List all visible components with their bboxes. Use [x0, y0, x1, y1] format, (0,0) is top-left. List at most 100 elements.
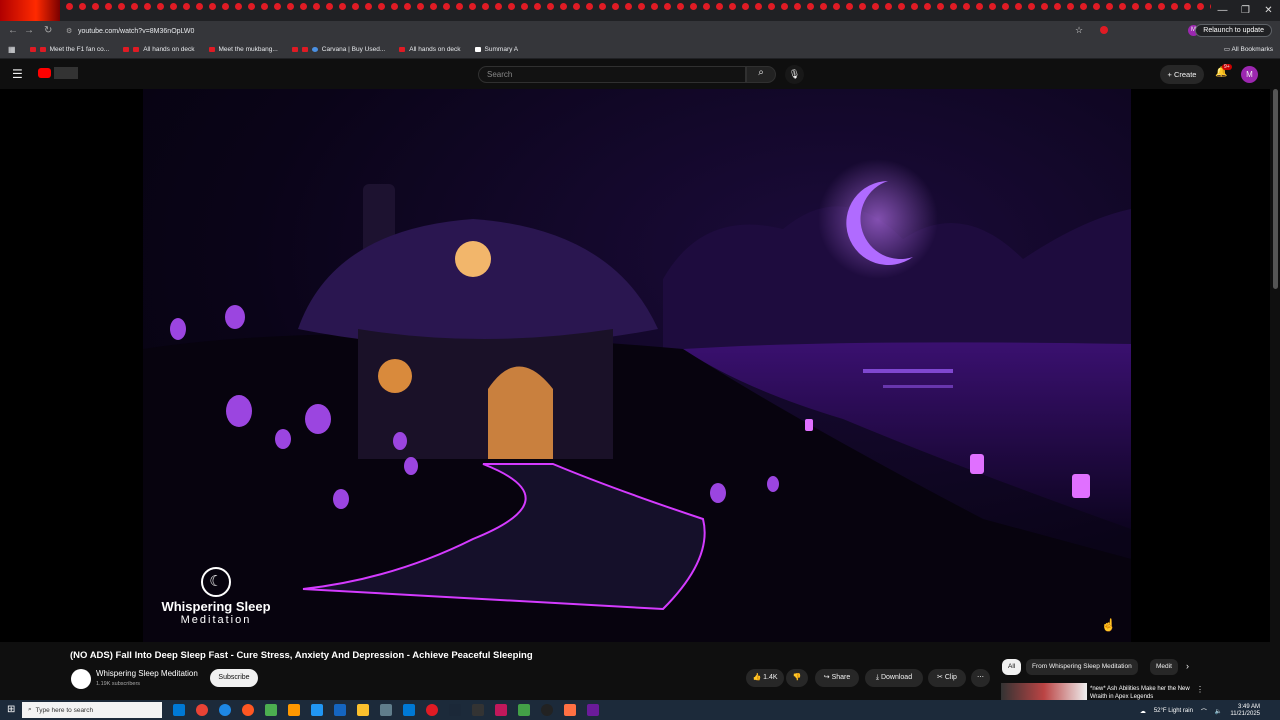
voice-search-button[interactable]: 🎙	[785, 65, 804, 84]
chevron-right-icon[interactable]: ›	[1186, 661, 1189, 671]
subscribe-button[interactable]: Subscribe	[210, 669, 258, 687]
reload-icon[interactable]: ↻	[44, 25, 52, 36]
close-window-button[interactable]: ✕	[1257, 5, 1280, 16]
menu-icon[interactable]: ☰	[12, 67, 23, 81]
browser-tab[interactable]	[1106, 2, 1113, 10]
url-field[interactable]: youtube.com/watch?v=8M36nOpLW0	[78, 28, 194, 35]
browser-tab[interactable]	[1015, 2, 1022, 10]
bookmark-item[interactable]: Meet the mukbang...	[208, 46, 278, 53]
app-icon[interactable]	[288, 704, 300, 716]
dislike-button[interactable]: 👎	[786, 669, 808, 687]
restore-button[interactable]: ❐	[1234, 5, 1257, 16]
browser-tab[interactable]	[326, 2, 333, 10]
browser-tab[interactable]	[222, 2, 229, 10]
browser-tab[interactable]	[352, 2, 359, 10]
create-button[interactable]: + Create	[1160, 65, 1204, 84]
forward-icon[interactable]: →	[24, 25, 34, 36]
outlook-icon[interactable]	[334, 704, 346, 716]
browser-tab[interactable]	[456, 2, 463, 10]
browser-tab[interactable]	[638, 2, 645, 10]
bookmark-item[interactable]: All hands on deck	[123, 46, 195, 53]
browser-tab[interactable]	[586, 2, 593, 10]
chip-all[interactable]: All	[1002, 659, 1022, 675]
bookmark-item[interactable]: Carvana | Buy Used...	[291, 46, 385, 53]
account-avatar[interactable]: M	[1241, 66, 1258, 83]
app-icon[interactable]	[265, 704, 277, 716]
more-vertical-icon[interactable]: ⋮	[1196, 685, 1204, 694]
taskbar-search-input[interactable]: ⌕ Type here to search	[22, 702, 162, 718]
browser-tab[interactable]	[677, 2, 684, 10]
browser-tab[interactable]	[833, 2, 840, 10]
app-icon[interactable]	[541, 704, 553, 716]
browser-tab[interactable]	[378, 2, 385, 10]
excel-icon[interactable]	[518, 704, 530, 716]
browser-tab[interactable]	[846, 2, 853, 10]
browser-tab[interactable]	[1145, 2, 1152, 10]
video-player[interactable]: ☾ Whispering Sleep Meditation ☝	[0, 89, 1270, 642]
browser-tab[interactable]	[339, 2, 346, 10]
browser-tab[interactable]	[742, 2, 749, 10]
browser-tab[interactable]	[937, 2, 944, 10]
browser-tab[interactable]	[131, 2, 138, 10]
browser-tab[interactable]	[716, 2, 723, 10]
like-button[interactable]: 👍 1.4K	[746, 669, 784, 687]
browser-tab[interactable]	[183, 2, 190, 10]
app-icon[interactable]	[472, 704, 484, 716]
app-icon[interactable]	[311, 704, 323, 716]
browser-tab[interactable]	[105, 2, 112, 10]
share-button[interactable]: ↪ Share	[815, 669, 859, 687]
browser-tab[interactable]	[144, 2, 151, 10]
browser-tab[interactable]	[963, 2, 970, 10]
search-input[interactable]: Search	[478, 66, 746, 83]
network-icon[interactable]: ⌒	[1201, 707, 1207, 716]
browser-tab[interactable]	[1171, 2, 1178, 10]
browser-tab[interactable]	[1184, 2, 1191, 10]
browser-tab[interactable]	[781, 2, 788, 10]
channel-avatar[interactable]	[71, 669, 91, 689]
clip-button[interactable]: ✂ Clip	[928, 669, 966, 687]
site-info-icon[interactable]: ⚙	[66, 27, 72, 35]
channel-name[interactable]: Whispering Sleep Meditation	[96, 669, 198, 678]
more-actions-button[interactable]: ⋯	[971, 669, 990, 687]
browser-tab[interactable]	[170, 2, 177, 10]
windows-start-icon[interactable]: ⊞	[7, 704, 15, 715]
browser-tab[interactable]	[404, 2, 411, 10]
browser-tab[interactable]	[1002, 2, 1009, 10]
extension-icon[interactable]	[1100, 26, 1108, 34]
browser-tab[interactable]	[625, 2, 632, 10]
browser-tab[interactable]	[300, 2, 307, 10]
browser-tab[interactable]	[560, 2, 567, 10]
doodle-logo[interactable]	[54, 67, 78, 79]
browser-tab[interactable]	[482, 2, 489, 10]
bookmark-item[interactable]: Meet the F1 fan co...	[29, 46, 109, 53]
browser-tab[interactable]	[1119, 2, 1126, 10]
browser-tab[interactable]	[885, 2, 892, 10]
browser-tab[interactable]	[1132, 2, 1139, 10]
app-icon[interactable]	[495, 704, 507, 716]
browser-tab[interactable]	[950, 2, 957, 10]
browser-tab[interactable]	[807, 2, 814, 10]
browser-tab[interactable]	[430, 2, 437, 10]
download-button[interactable]: ⤓ Download	[865, 669, 923, 687]
file-explorer-icon[interactable]	[357, 704, 369, 716]
page-scrollbar[interactable]	[1273, 89, 1278, 289]
browser-tab[interactable]	[911, 2, 918, 10]
browser-tab[interactable]	[1093, 2, 1100, 10]
browser-tab[interactable]	[976, 2, 983, 10]
browser-tab[interactable]	[443, 2, 450, 10]
settings-icon[interactable]	[380, 704, 392, 716]
browser-tab[interactable]	[469, 2, 476, 10]
browser-tab[interactable]	[1158, 2, 1165, 10]
browser-tab[interactable]	[508, 2, 515, 10]
apps-icon[interactable]: ▦	[8, 45, 16, 54]
browser-tab[interactable]	[547, 2, 554, 10]
app-icon[interactable]	[426, 704, 438, 716]
browser-tab[interactable]	[391, 2, 398, 10]
browser-tab[interactable]	[859, 2, 866, 10]
browser-tab[interactable]	[534, 2, 541, 10]
clock[interactable]: 3:49 AM 11/21/2025	[1230, 704, 1260, 718]
browser-tab[interactable]	[755, 2, 762, 10]
browser-tab[interactable]	[690, 2, 697, 10]
chrome-icon[interactable]	[196, 704, 208, 716]
browser-tab[interactable]	[1067, 2, 1074, 10]
